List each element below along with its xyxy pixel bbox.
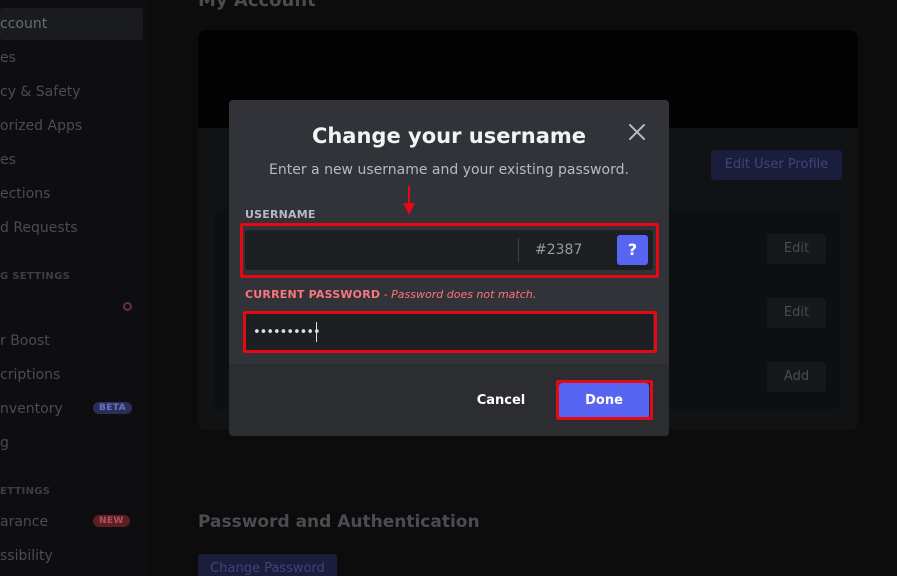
current-password-label-text: CURRENT PASSWORD xyxy=(245,288,381,301)
discriminator-text: #2387 xyxy=(535,242,583,258)
cancel-button[interactable]: Cancel xyxy=(467,385,535,417)
username-input[interactable] xyxy=(245,230,517,270)
current-password-label: CURRENT PASSWORD - Password does not mat… xyxy=(245,288,536,301)
beta-badge: BETA xyxy=(93,402,133,414)
username-field: #2387 ? xyxy=(245,230,653,270)
sidebar-item-authorized-apps[interactable]: orized Apps xyxy=(0,118,82,134)
change-username-modal: Change your username Enter a new usernam… xyxy=(229,100,669,436)
edit-email-button[interactable]: Edit xyxy=(767,298,826,328)
sidebar-item-subscriptions[interactable]: criptions xyxy=(0,367,60,383)
help-button[interactable]: ? xyxy=(617,235,648,265)
sidebar-item-friend-requests[interactable]: d Requests xyxy=(0,220,78,236)
sidebar-item-connections[interactable]: ections xyxy=(0,186,50,202)
password-field xyxy=(245,313,653,351)
sidebar-item-appearance[interactable]: arance xyxy=(0,514,48,530)
username-label: USERNAME xyxy=(245,208,316,221)
done-button[interactable]: Done xyxy=(559,383,649,419)
new-badge: NEW xyxy=(93,515,130,527)
down-arrow-icon xyxy=(403,186,415,215)
sidebar-item-my-account[interactable]: ccount xyxy=(0,8,143,40)
password-auth-heading: Password and Authentication xyxy=(198,512,480,532)
edit-user-profile-button[interactable]: Edit User Profile xyxy=(711,150,842,180)
modal-title: Change your username xyxy=(311,124,587,148)
sidebar-item-profiles[interactable]: es xyxy=(0,50,16,66)
sidebar-item-gift-inventory[interactable]: nventory xyxy=(0,401,63,417)
password-input[interactable] xyxy=(245,313,653,351)
sidebar-item-billing[interactable]: g xyxy=(0,435,9,451)
sidebar-section-billing: G SETTINGS xyxy=(0,271,71,282)
change-password-button[interactable]: Change Password xyxy=(198,554,337,576)
modal-subtitle: Enter a new username and your existing p… xyxy=(269,162,629,178)
sidebar-section-app-settings: ETTINGS xyxy=(0,486,51,497)
page-title: My Account xyxy=(198,0,316,11)
add-phone-button[interactable]: Add xyxy=(767,362,826,392)
sidebar-item-privacy-safety[interactable]: cy & Safety xyxy=(0,84,81,100)
text-caret xyxy=(316,322,317,342)
edit-username-button[interactable]: Edit xyxy=(767,234,826,264)
settings-sidebar: ccount es cy & Safety orized Apps es ect… xyxy=(0,0,148,576)
sidebar-item-devices[interactable]: es xyxy=(0,152,16,168)
password-error-message: - Password does not match. xyxy=(380,288,537,301)
close-icon[interactable] xyxy=(627,122,647,142)
sidebar-item-accessibility[interactable]: ssibility xyxy=(0,548,53,564)
notification-dot-icon xyxy=(123,302,132,311)
field-divider xyxy=(518,238,519,262)
sidebar-item-server-boost[interactable]: r Boost xyxy=(0,333,50,349)
